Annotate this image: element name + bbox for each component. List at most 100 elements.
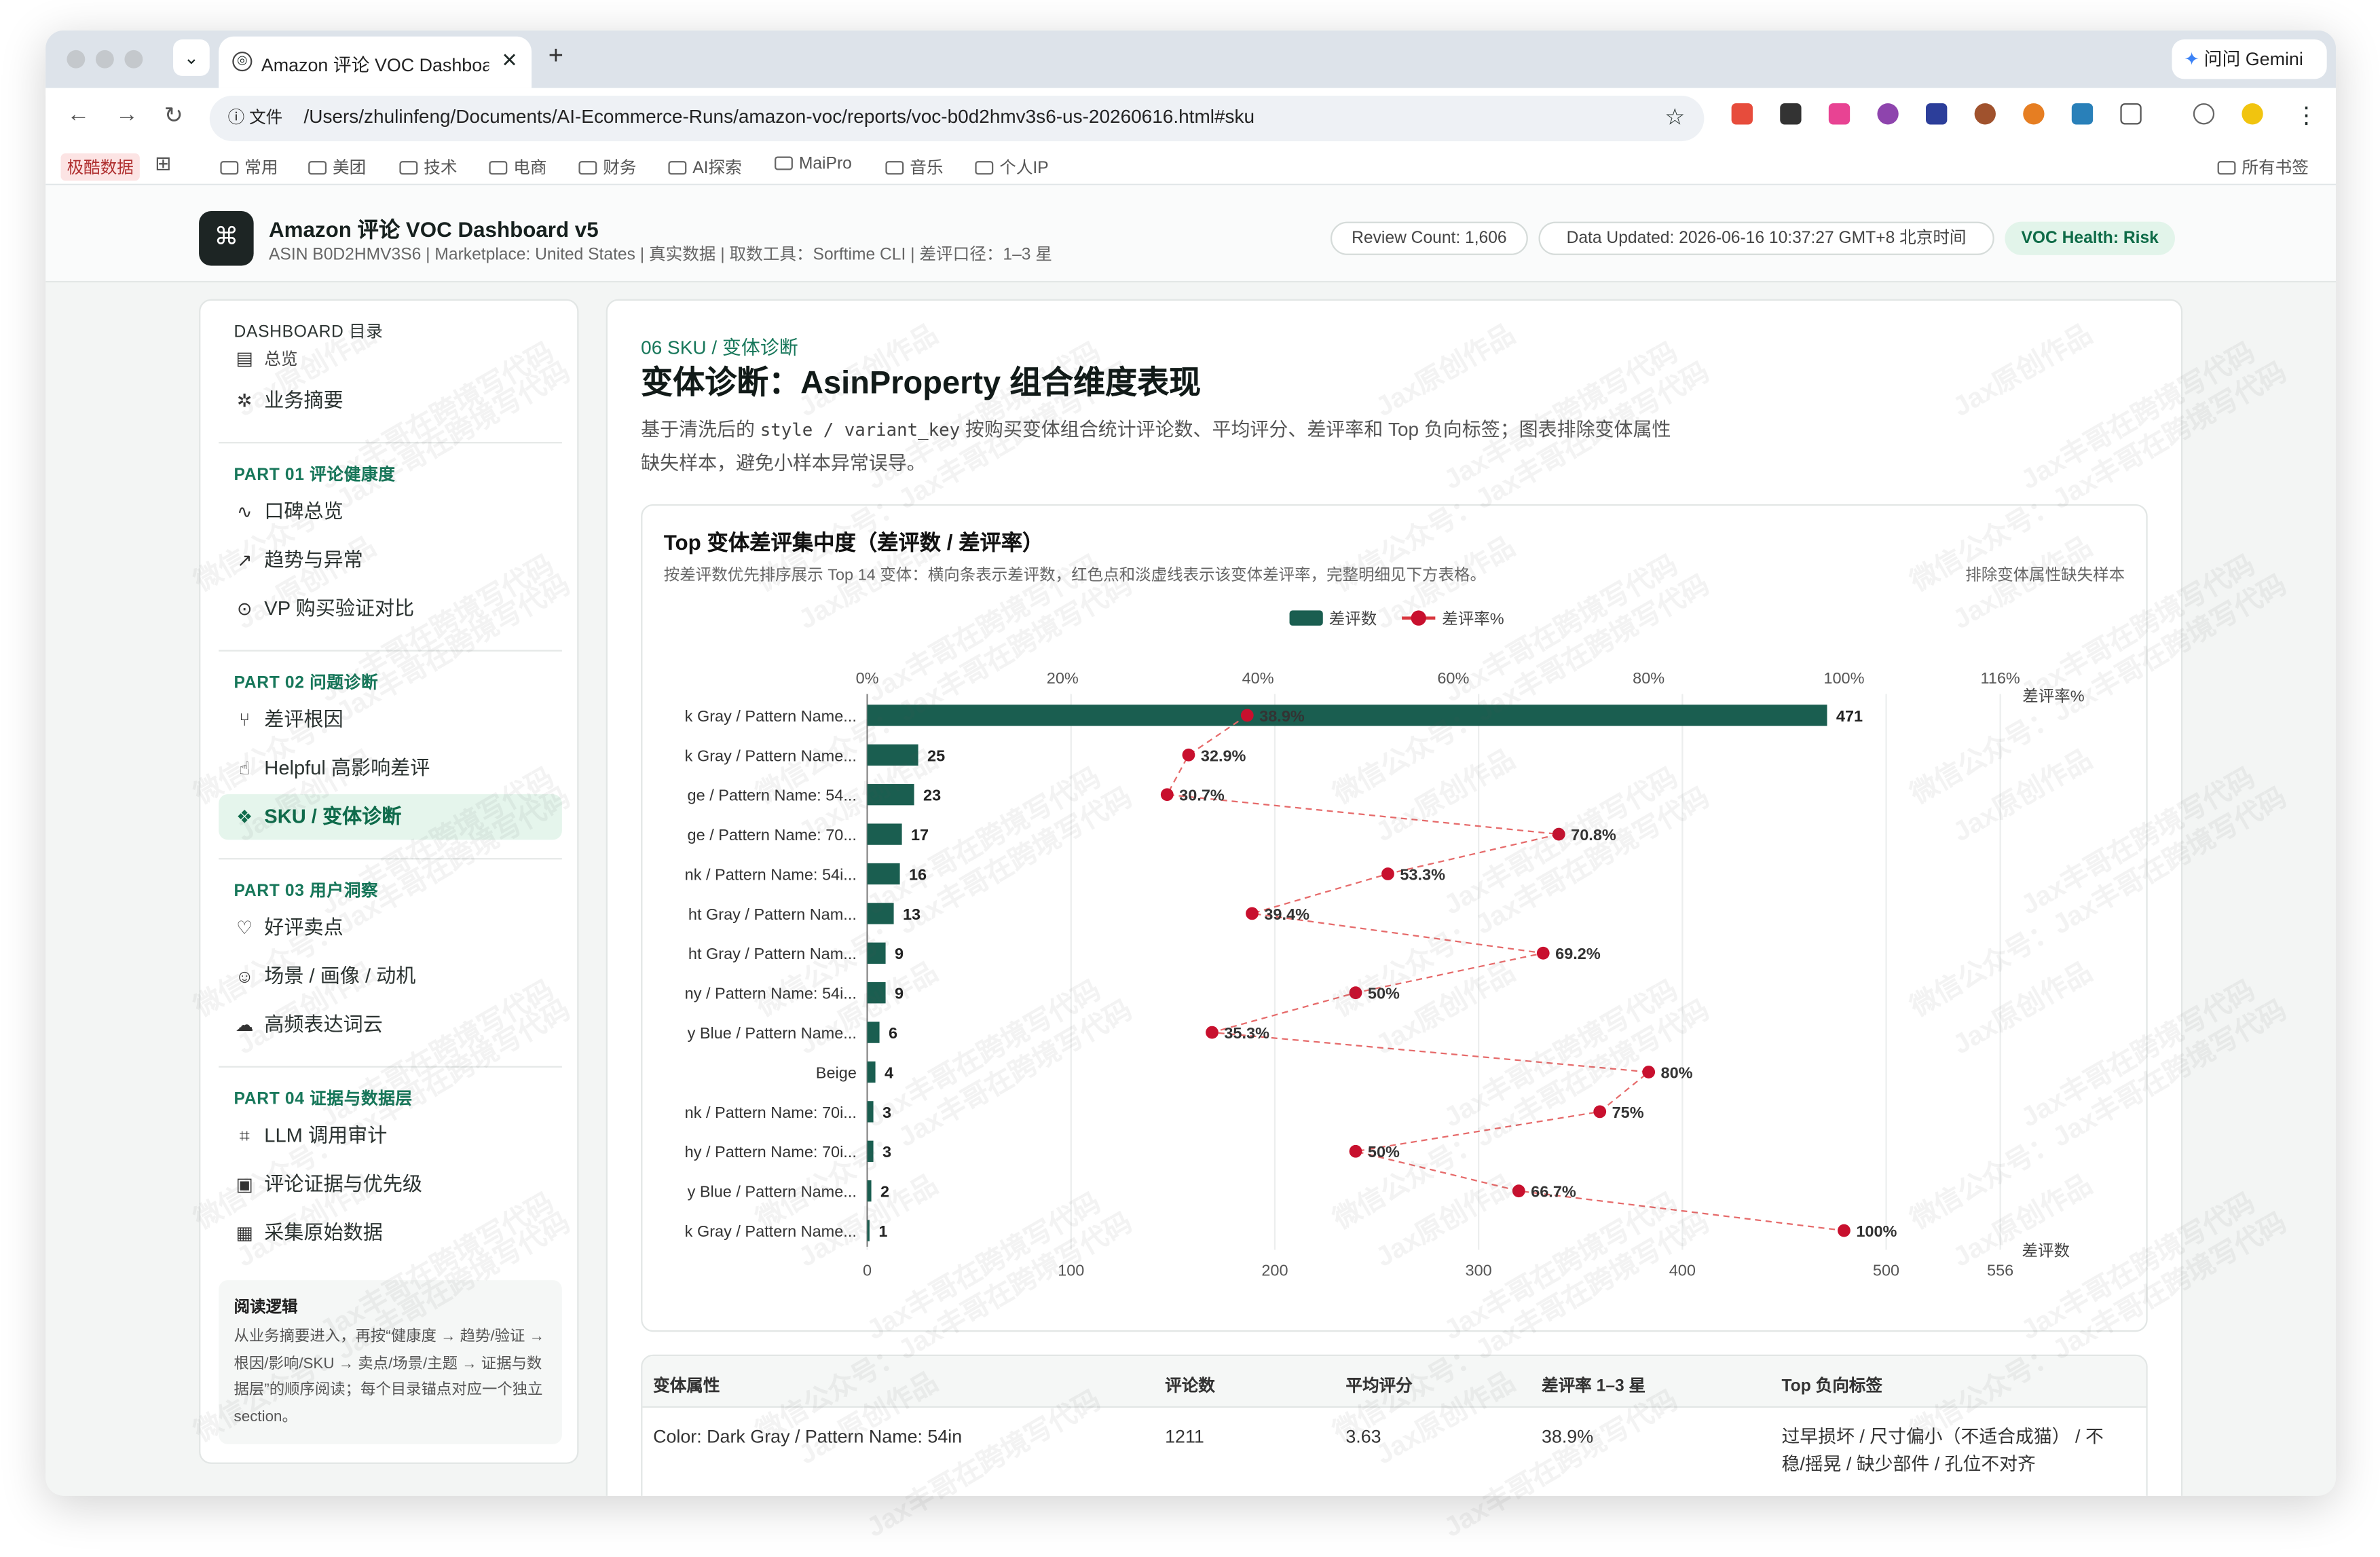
site-info-chip[interactable]: ⓘ 文件 xyxy=(222,103,289,134)
sidebar-item-vp-compare[interactable]: ⊙ VP 购买验证对比 xyxy=(219,586,562,632)
document-icon: ▤ xyxy=(236,348,253,369)
bookmark-star-icon[interactable]: ☆ xyxy=(1665,103,1685,130)
extension-icon[interactable] xyxy=(1877,103,1899,125)
x-tick-label-bottom: 200 xyxy=(1261,1261,1288,1279)
divider xyxy=(219,858,562,860)
sidebar-item-overview[interactable]: ▤ 总览 xyxy=(219,343,562,374)
all-bookmarks[interactable]: 所有书签 xyxy=(2217,155,2309,179)
new-tab-button[interactable]: + xyxy=(548,41,563,71)
bookmark-folder[interactable]: MaiPro xyxy=(775,155,852,173)
y-category-label: ge / Pattern Name: 70... xyxy=(688,826,857,844)
maximize-window-button[interactable] xyxy=(124,50,143,69)
bar-mark xyxy=(867,1140,874,1162)
sidebar-item-scenarios[interactable]: ☺ 场景 / 画像 / 动机 xyxy=(219,954,562,999)
bar-value-label: 3 xyxy=(882,1104,891,1121)
bookmark-folder[interactable]: 常用 xyxy=(220,155,278,179)
extension-icon[interactable] xyxy=(2023,103,2045,125)
reload-icon[interactable]: ↻ xyxy=(164,102,183,129)
tab-search-chevron-icon[interactable]: ⌄ xyxy=(173,39,210,76)
bar-mark xyxy=(867,1021,880,1043)
trend-up-icon: ↗ xyxy=(236,549,253,571)
sidebar-item-label: 口碑总览 xyxy=(264,500,343,523)
sidebar-item-label: SKU / 变体诊断 xyxy=(264,804,402,828)
bookmark-folder[interactable]: 个人IP xyxy=(975,155,1049,179)
bookmark-folder[interactable]: 财务 xyxy=(578,155,636,179)
rate-value-label: 35.3% xyxy=(1224,1024,1269,1042)
pulse-icon: ∿ xyxy=(236,501,253,523)
close-window-button[interactable] xyxy=(67,50,86,69)
check-circle-icon: ⊙ xyxy=(236,598,253,620)
minimize-window-button[interactable] xyxy=(95,50,114,69)
column-header[interactable]: 评论数 xyxy=(1165,1373,1215,1397)
apps-grid-icon[interactable]: ⊞ xyxy=(155,152,171,176)
bookmark-label: 音乐 xyxy=(910,159,944,178)
sidebar-item-evidence[interactable]: ▣ 评论证据与优先级 xyxy=(219,1162,562,1207)
section-description: 基于清洗后的 style / variant_key 按购买变体组合统计评论数、… xyxy=(641,413,1689,480)
extension-icon[interactable] xyxy=(1780,103,1802,125)
bookmark-label: MaiPro xyxy=(798,155,852,174)
bookmark-folder[interactable]: 美团 xyxy=(308,155,366,179)
bar-mark xyxy=(867,1220,870,1241)
bookmark-item[interactable]: 极酷数据 xyxy=(60,153,140,181)
bookmark-folder[interactable]: 音乐 xyxy=(885,155,943,179)
extension-icon[interactable] xyxy=(1731,103,1753,125)
bookmark-label: 电商 xyxy=(513,159,547,178)
sidebar-item-helpful[interactable]: ☝ Helpful 高影响差评 xyxy=(219,746,562,791)
sidebar-item-selling-points[interactable]: ♡ 好评卖点 xyxy=(219,905,562,950)
bar-value-label: 17 xyxy=(911,826,929,844)
back-arrow-icon[interactable]: ← xyxy=(67,102,90,128)
x-tick-label-bottom: 400 xyxy=(1669,1261,1696,1279)
divider xyxy=(219,1066,562,1068)
url-text[interactable]: /Users/zhulinfeng/Documents/AI-Ecommerce… xyxy=(303,107,1254,128)
table-row: Color: Dark Gray / Pattern Name: 54in 12… xyxy=(642,1408,2146,1493)
clipboard-icon: ▣ xyxy=(236,1174,253,1195)
bookmark-folder[interactable]: 技术 xyxy=(399,155,457,179)
sidebar-item-word-cloud[interactable]: ☁ 高频表达词云 xyxy=(219,1002,562,1048)
extension-icon[interactable] xyxy=(1828,103,1851,125)
branch-icon: ⑂ xyxy=(239,709,250,731)
thumbs-up-icon: ☝ xyxy=(239,757,250,779)
extension-icon[interactable] xyxy=(1974,103,1996,125)
sidebar-item-sku[interactable]: ❖ SKU / 变体诊断 xyxy=(219,794,562,840)
forward-arrow-icon[interactable]: → xyxy=(115,102,138,128)
extension-icon[interactable] xyxy=(2071,103,2094,125)
bar-mark xyxy=(867,784,914,806)
sidebar-item-summary[interactable]: ✲ 业务摘要 xyxy=(219,378,562,424)
sidebar-item-label: 好评卖点 xyxy=(264,916,343,939)
column-header[interactable]: 变体属性 xyxy=(653,1373,720,1397)
tab-active[interactable]: ◎ Amazon 评论 VOC Dashboard ✕ xyxy=(219,36,532,88)
sidebar-item-label: 采集原始数据 xyxy=(264,1220,383,1244)
performance-icon[interactable] xyxy=(2193,103,2215,125)
bar-mark xyxy=(867,823,902,845)
bookmark-folder[interactable]: 电商 xyxy=(489,155,546,179)
sidebar-item-llm-audit[interactable]: ⌗ LLM 调用审计 xyxy=(219,1113,562,1159)
gemini-button[interactable]: ✦ 问问 Gemini xyxy=(2172,39,2327,79)
folder-icon xyxy=(578,161,597,175)
rate-point xyxy=(1240,709,1254,722)
section-eyebrow: 06 SKU / 变体诊断 xyxy=(641,337,798,359)
sidebar-item-raw-data[interactable]: ▦ 采集原始数据 xyxy=(219,1210,562,1256)
extension-icon[interactable] xyxy=(1926,103,1948,125)
bar-value-label: 9 xyxy=(895,985,904,1002)
sidebar-item-label: 业务摘要 xyxy=(264,388,343,412)
cell-neg-rate: 38.9% xyxy=(1541,1425,1594,1448)
bar-value-label: 4 xyxy=(885,1064,893,1081)
extensions-puzzle-icon[interactable] xyxy=(2120,103,2142,125)
column-header[interactable]: Top 负向标签 xyxy=(1781,1373,1882,1397)
review-count-badge: Review Count: 1,606 xyxy=(1330,221,1528,255)
bookmark-folder[interactable]: AI探索 xyxy=(668,155,742,179)
menu-kebab-icon[interactable]: ⋮ xyxy=(2295,102,2318,129)
folder-icon xyxy=(308,161,327,175)
health-status-badge: VOC Health: Risk xyxy=(2005,221,2175,255)
part-heading: PART 03 用户洞察 xyxy=(234,882,379,901)
profile-avatar[interactable] xyxy=(2242,103,2263,125)
sidebar-item-trends[interactable]: ↗ 趋势与异常 xyxy=(219,538,562,583)
address-bar[interactable]: ⓘ 文件 /Users/zhulinfeng/Documents/AI-Ecom… xyxy=(209,95,1705,142)
folder-icon xyxy=(2217,161,2236,175)
sidebar-item-label: 趋势与异常 xyxy=(264,548,363,571)
column-header[interactable]: 平均评分 xyxy=(1345,1373,1412,1397)
close-tab-icon[interactable]: ✕ xyxy=(501,49,517,73)
column-header[interactable]: 差评率 1–3 星 xyxy=(1542,1373,1645,1397)
sidebar-item-reputation[interactable]: ∿ 口碑总览 xyxy=(219,489,562,534)
sidebar-item-root-cause[interactable]: ⑂ 差评根因 xyxy=(219,697,562,743)
